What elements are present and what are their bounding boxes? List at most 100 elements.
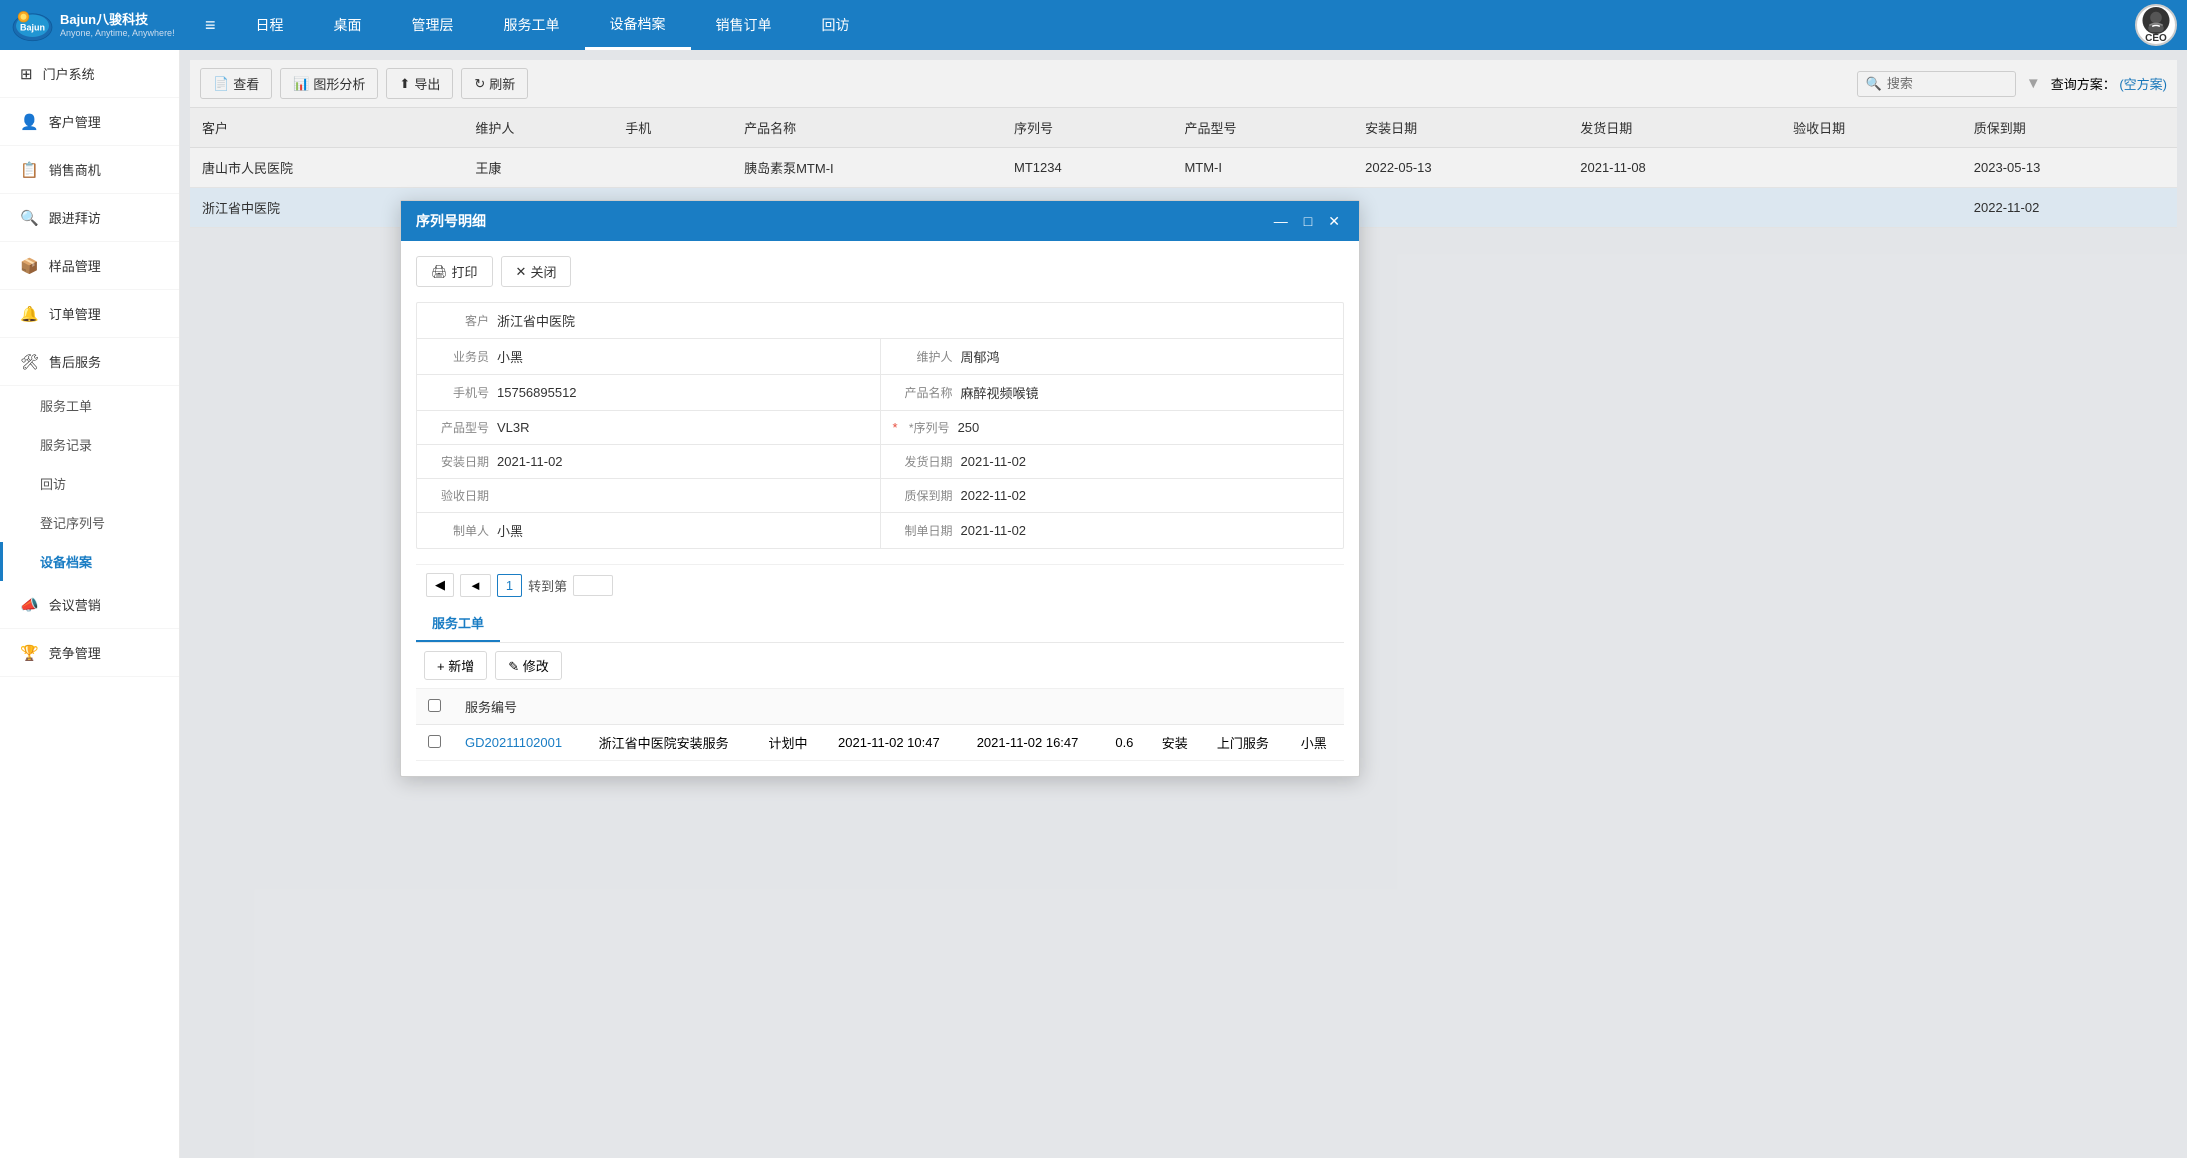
sidebar-item-sample[interactable]: 📦 样品管理: [0, 242, 179, 290]
svg-text:Bajun: Bajun: [20, 22, 45, 32]
sidebar-item-compete[interactable]: 🏆 竞争管理: [0, 629, 179, 677]
sub-cell-date2: 2021-11-02 16:47: [965, 725, 1104, 761]
sidebar-item-portal[interactable]: ⊞ 门户系统: [0, 50, 179, 98]
logo-icon: Bajun: [10, 5, 55, 45]
tab-workorder[interactable]: 服务工单: [416, 605, 500, 642]
sidebar-item-meeting[interactable]: 📣 会议营销: [0, 581, 179, 629]
nav-item-equipment[interactable]: 设备档案: [585, 0, 691, 50]
required-mark: *: [893, 420, 898, 435]
sidebar-label-order: 订单管理: [49, 304, 101, 323]
form-cell-product-name: 产品名称 麻醉视频喉镜: [881, 375, 1344, 410]
nav-item-management[interactable]: 管理层: [387, 0, 479, 50]
modal-maximize-button[interactable]: □: [1300, 213, 1316, 230]
form-cell-accept: 验收日期: [417, 479, 881, 512]
hamburger-menu[interactable]: ≡: [190, 15, 231, 36]
form-cell-warranty: 质保到期 2022-11-02: [881, 479, 1344, 512]
nav-item-desktop[interactable]: 桌面: [309, 0, 387, 50]
sub-cell-desc: 浙江省中医院安装服务: [587, 725, 757, 761]
sidebar-item-followup[interactable]: 🔍 跟进拜访: [0, 194, 179, 242]
row-checkbox[interactable]: [428, 735, 441, 748]
maker-label: 制单人: [429, 522, 489, 539]
service-no-link[interactable]: GD20211102001: [465, 735, 562, 750]
bottom-tabs: 服务工单: [416, 605, 1344, 643]
col-checkbox: [416, 689, 453, 725]
sub-col-type: [1150, 689, 1205, 725]
customer-label: 客户: [429, 312, 489, 329]
product-name-value: 麻醉视频喉镜: [961, 383, 1039, 402]
form-cell-install: 安装日期 2021-11-02: [417, 445, 881, 478]
page-goto-input[interactable]: [573, 575, 613, 596]
followup-icon: 🔍: [20, 209, 39, 227]
sub-col-date2: [965, 689, 1104, 725]
print-button[interactable]: 🖨 打印: [416, 256, 493, 287]
nav-item-schedule[interactable]: 日程: [231, 0, 309, 50]
print-icon: 🖨: [431, 264, 448, 280]
sub-cell-date1: 2021-11-02 10:47: [826, 725, 965, 761]
sub-col-service-no: 服务编号: [453, 689, 587, 725]
sub-toolbar: + 新增 ✎ 修改: [416, 643, 1344, 689]
modal-header: 序列号明细 — □ ✕: [401, 201, 1359, 241]
sidebar-label-aftersales: 售后服务: [49, 352, 101, 371]
sidebar-label-meeting: 会议营销: [49, 595, 101, 614]
page-current: 1: [497, 574, 522, 597]
sidebar: ⊞ 门户系统 👤 客户管理 📋 销售商机 🔍 跟进拜访 📦 样品管理 🔔 订单管…: [0, 50, 180, 1158]
form-cell-salesperson: 业务员 小黑: [417, 339, 881, 374]
form-cell-customer: 客户 浙江省中医院: [417, 303, 1343, 338]
serial-detail-modal: 序列号明细 — □ ✕ 🖨 打印 ✕ 关闭: [400, 200, 1360, 777]
nav-item-service[interactable]: 服务工单: [479, 0, 585, 50]
sidebar-item-order[interactable]: 🔔 订单管理: [0, 290, 179, 338]
brand-name: Bajun八骏科技: [60, 12, 175, 28]
sub-cell-arranger: 小黑: [1289, 725, 1344, 761]
nav-right: CEO: [2135, 4, 2177, 46]
sidebar-sub-service-record[interactable]: 服务记录: [0, 425, 179, 464]
sub-table-header: 服务编号: [416, 689, 1344, 725]
sub-cell-hours: 0.6: [1103, 725, 1149, 761]
sub-cell-mode: 上门服务: [1205, 725, 1289, 761]
avatar[interactable]: CEO: [2135, 4, 2177, 46]
avatar-label: CEO: [2145, 33, 2167, 44]
serial-value: 250: [958, 420, 980, 435]
form-cell-phone: 手机号 15756895512: [417, 375, 881, 410]
sample-icon: 📦: [20, 257, 39, 275]
sub-col-date1: [826, 689, 965, 725]
nav-item-sales-order[interactable]: 销售订单: [691, 0, 797, 50]
modal-close-btn[interactable]: ✕ 关闭: [501, 256, 572, 287]
maker-value: 小黑: [497, 521, 523, 540]
form-row-customer: 客户 浙江省中医院: [417, 303, 1343, 339]
warranty-label: 质保到期: [893, 487, 953, 504]
sidebar-sub-register-serial[interactable]: 登记序列号: [0, 503, 179, 542]
sub-col-arranger: [1289, 689, 1344, 725]
serial-label: *序列号: [900, 419, 950, 436]
sidebar-sub-workorder[interactable]: 服务工单: [0, 386, 179, 425]
sidebar-sub-equipment-archive[interactable]: 设备档案: [0, 542, 179, 581]
salesperson-label: 业务员: [429, 348, 489, 365]
select-all-checkbox[interactable]: [428, 699, 441, 712]
sub-cell-type: 安装: [1150, 725, 1205, 761]
model-label: 产品型号: [429, 419, 489, 436]
form-cell-maintainer: 维护人 周郁鸿: [881, 339, 1344, 374]
sidebar-label-followup: 跟进拜访: [49, 208, 101, 227]
top-navigation: Bajun Bajun八骏科技 Anyone, Anytime, Anywher…: [0, 0, 2187, 50]
install-value: 2021-11-02: [497, 454, 563, 469]
customer-icon: 👤: [20, 113, 39, 131]
form-row-phone-product: 手机号 15756895512 产品名称 麻醉视频喉镜: [417, 375, 1343, 411]
nav-item-revisit[interactable]: 回访: [797, 0, 875, 50]
page-prev-button[interactable]: ◄: [460, 574, 491, 597]
sidebar-item-aftersales[interactable]: 🛠 售后服务: [0, 338, 179, 386]
close-icon: ✕: [516, 264, 527, 280]
modal-close-button[interactable]: ✕: [1324, 213, 1344, 230]
form-row-model-serial: 产品型号 VL3R * *序列号 250: [417, 411, 1343, 445]
add-button[interactable]: + 新增: [424, 651, 487, 680]
sidebar-item-sales[interactable]: 📋 销售商机: [0, 146, 179, 194]
sub-table-row[interactable]: GD20211102001 浙江省中医院安装服务 计划中 2021-11-02 …: [416, 725, 1344, 761]
warranty-value: 2022-11-02: [961, 488, 1027, 503]
nav-items: 日程 桌面 管理层 服务工单 设备档案 销售订单 回访: [231, 0, 2135, 50]
sidebar-sub-revisit[interactable]: 回访: [0, 464, 179, 503]
modal-minimize-button[interactable]: —: [1270, 213, 1292, 230]
edit-button[interactable]: ✎ 修改: [495, 651, 562, 680]
page-first-button[interactable]: ◀: [426, 573, 454, 597]
ship-value: 2021-11-02: [961, 454, 1027, 469]
form-cell-ship: 发货日期 2021-11-02: [881, 445, 1344, 478]
sub-table: 服务编号: [416, 689, 1344, 761]
sidebar-item-customer[interactable]: 👤 客户管理: [0, 98, 179, 146]
